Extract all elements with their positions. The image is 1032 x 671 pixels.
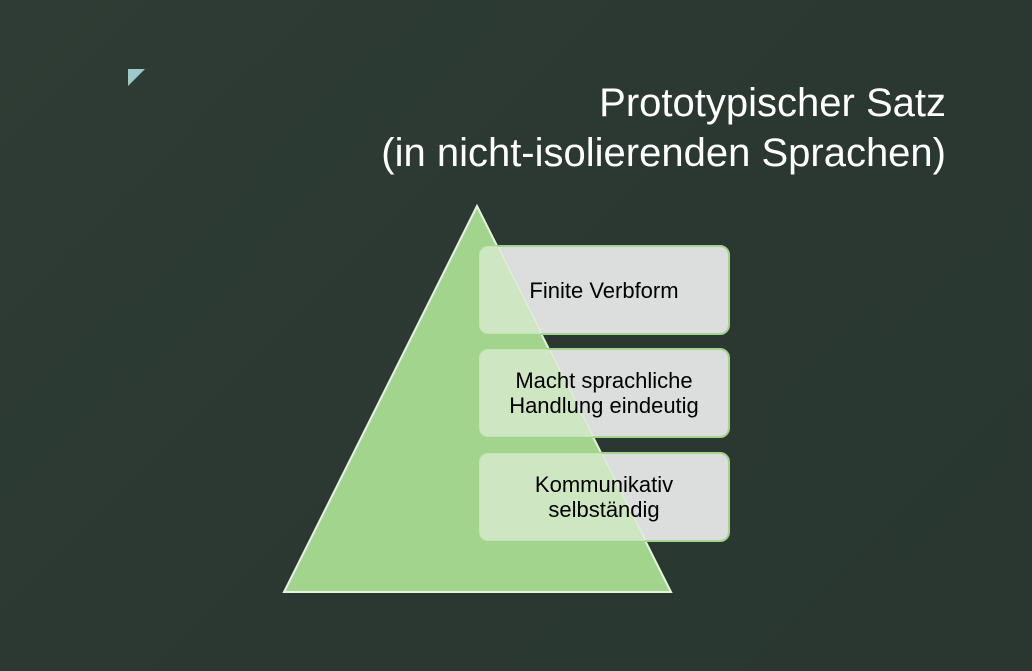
pyramid-diagram xyxy=(282,203,730,593)
slide: Prototypischer Satz (in nicht-isolierend… xyxy=(0,0,1032,671)
